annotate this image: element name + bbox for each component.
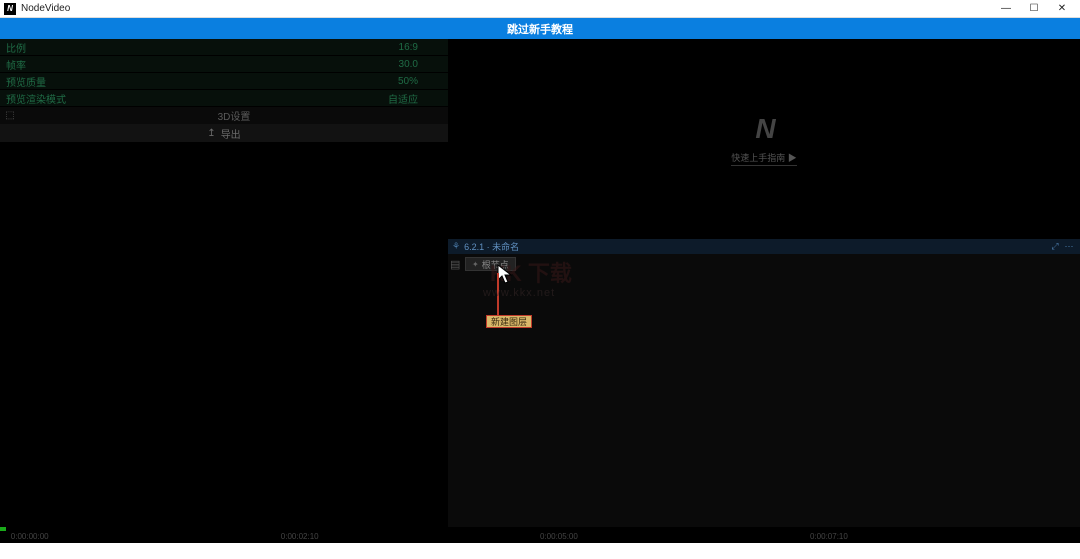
prop-row-quality[interactable]: 预览质量 50% <box>0 73 448 90</box>
node-graph-canvas[interactable]: ▤ 根节点 KK 下载 新建图层 www.kkx.net <box>448 254 1080 543</box>
preview-viewport: N 快速上手指南 ▶ <box>448 39 1080 239</box>
node-graph-panel: ⚘ 6.2.1 · 未命名 ⤢ ⋯ ▤ 根节点 KK 下载 新建图层 <box>448 239 1080 543</box>
timeline-tick: 0:00:02:10 <box>281 532 319 541</box>
export-label: 导出 <box>221 126 241 141</box>
prop-label: 比例 <box>6 40 399 55</box>
cube-icon: ⬚ <box>0 110 20 121</box>
prop-label: 预览质量 <box>6 74 398 89</box>
minimize-button[interactable]: — <box>992 3 1020 14</box>
3d-settings-label: 3D设置 <box>20 108 448 123</box>
prop-value: 16:9 <box>399 42 418 53</box>
panel-expand-button[interactable]: ⤢ <box>1048 241 1062 252</box>
banner-text: 跳过新手教程 <box>507 21 573 37</box>
prop-value: 30.0 <box>399 59 418 70</box>
prop-value: 50% <box>398 76 418 87</box>
timeline-tick: 0:00:05:00 <box>540 532 578 541</box>
export-button[interactable]: ↥ 导出 <box>0 124 448 142</box>
close-button[interactable]: ✕ <box>1048 3 1076 14</box>
upload-icon: ↥ <box>207 128 215 139</box>
prop-row-ratio[interactable]: 比例 16:9 <box>0 39 448 56</box>
timeline-tick: 0:00:00:00 <box>11 532 49 541</box>
prop-label: 帧率 <box>6 57 399 72</box>
timeline-tick: 0:00:07:10 <box>810 532 848 541</box>
right-side: N 快速上手指南 ▶ ⚘ 6.2.1 · 未命名 ⤢ ⋯ ▤ 根节点 KK 下载 <box>448 39 1080 543</box>
timeline[interactable]: 0:00:00:00 0:00:02:10 0:00:05:00 0:00:07… <box>0 527 1080 543</box>
new-layer-tooltip[interactable]: 新建图层 <box>486 315 532 328</box>
prop-label: 预览渲染模式 <box>6 91 388 106</box>
graph-icon: ⚘ <box>452 241 460 252</box>
node-panel-title: 6.2.1 · 未命名 <box>464 240 1048 253</box>
timeline-ruler: 0:00:00:00 0:00:02:10 0:00:05:00 0:00:07… <box>0 531 1080 543</box>
quick-start-guide-link[interactable]: 快速上手指南 ▶ <box>731 151 797 166</box>
nv-logo-icon: N <box>755 113 772 145</box>
properties-list: 比例 16:9 帧率 30.0 预览质量 50% 预览渲染模式 自适应 <box>0 39 448 107</box>
node-connector <box>497 273 499 320</box>
skip-tutorial-banner[interactable]: 跳过新手教程 <box>0 18 1080 39</box>
main-area: 比例 16:9 帧率 30.0 预览质量 50% 预览渲染模式 自适应 ⬚ 3D… <box>0 39 1080 543</box>
3d-settings-row[interactable]: ⬚ 3D设置 <box>0 107 448 124</box>
prop-row-render-mode[interactable]: 预览渲染模式 自适应 <box>0 90 448 107</box>
prop-value: 自适应 <box>388 91 418 106</box>
properties-panel: 比例 16:9 帧率 30.0 预览质量 50% 预览渲染模式 自适应 ⬚ 3D… <box>0 39 448 543</box>
new-layer-label: 新建图层 <box>491 315 527 328</box>
app-title: NodeVideo <box>21 3 70 14</box>
layers-icon[interactable]: ▤ <box>450 258 460 271</box>
node-panel-header: ⚘ 6.2.1 · 未命名 ⤢ ⋯ <box>448 239 1080 254</box>
app-logo-icon: N <box>4 3 16 15</box>
prop-row-fps[interactable]: 帧率 30.0 <box>0 56 448 73</box>
window-titlebar: N NodeVideo — ☐ ✕ <box>0 0 1080 18</box>
panel-menu-button[interactable]: ⋯ <box>1062 241 1076 252</box>
watermark-url: www.kkx.net <box>483 287 555 299</box>
maximize-button[interactable]: ☐ <box>1020 3 1048 14</box>
